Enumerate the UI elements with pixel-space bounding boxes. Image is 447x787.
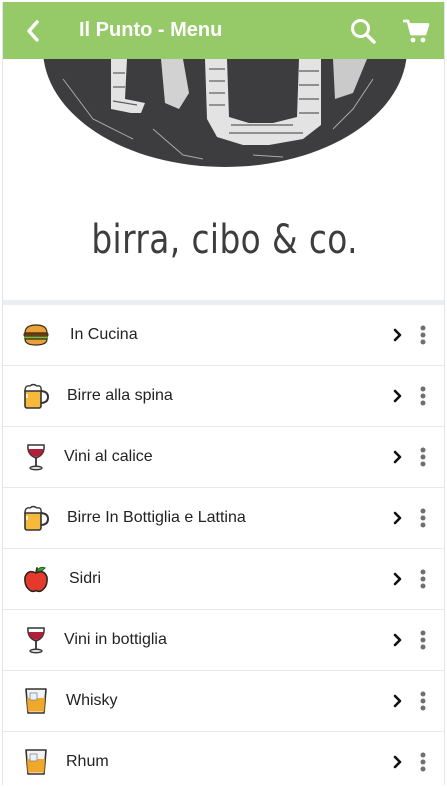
list-item[interactable]: Birre alla spina bbox=[3, 366, 444, 427]
wine-glass-icon bbox=[21, 625, 51, 655]
chevron-right-icon bbox=[393, 633, 402, 647]
chevron-right-icon bbox=[393, 328, 402, 342]
list-item-label: Birre In Bottiglia e Lattina bbox=[67, 509, 246, 526]
tumbler-glass-icon bbox=[21, 686, 51, 716]
wine-glass-icon bbox=[21, 442, 51, 472]
brand-tagline: birra, cibo & co. bbox=[91, 217, 358, 263]
cart-icon bbox=[403, 19, 430, 42]
menu-category-list: In Cucina Birre alla spina Vini al calic… bbox=[3, 305, 444, 785]
back-button[interactable] bbox=[3, 2, 63, 59]
more-options-icon[interactable] bbox=[419, 446, 427, 468]
more-options-icon[interactable] bbox=[419, 751, 427, 773]
more-options-icon[interactable] bbox=[419, 324, 427, 346]
chevron-right-icon bbox=[393, 694, 402, 708]
list-item-label: Birre alla spina bbox=[67, 387, 173, 404]
list-item[interactable]: In Cucina bbox=[3, 305, 444, 366]
chevron-left-icon bbox=[27, 19, 39, 42]
list-item-label: Vini in bottiglia bbox=[64, 631, 167, 648]
list-item[interactable]: Sidri bbox=[3, 549, 444, 610]
app-frame: Il Punto - Menu birra, cibo & co. In Cuc… bbox=[2, 2, 445, 785]
beer-mug-icon bbox=[21, 503, 51, 533]
list-item-label: Vini al calice bbox=[64, 448, 153, 465]
brand-hero: birra, cibo & co. bbox=[3, 59, 444, 302]
apple-icon bbox=[21, 564, 51, 594]
list-item-label: Rhum bbox=[66, 753, 109, 770]
more-options-icon[interactable] bbox=[419, 385, 427, 407]
burger-icon bbox=[21, 320, 51, 350]
search-icon bbox=[351, 18, 376, 44]
beer-mug-icon bbox=[21, 381, 51, 411]
list-item[interactable]: Vini in bottiglia bbox=[3, 610, 444, 671]
cart-button[interactable] bbox=[390, 2, 444, 59]
chevron-right-icon bbox=[393, 450, 402, 464]
list-item[interactable]: Rhum bbox=[3, 732, 444, 785]
more-options-icon[interactable] bbox=[419, 629, 427, 651]
more-options-icon[interactable] bbox=[419, 690, 427, 712]
chevron-right-icon bbox=[393, 389, 402, 403]
top-actions bbox=[336, 2, 444, 59]
page-title: Il Punto - Menu bbox=[79, 19, 223, 41]
chevron-right-icon bbox=[393, 511, 402, 525]
list-item[interactable]: Whisky bbox=[3, 671, 444, 732]
list-item-label: In Cucina bbox=[70, 326, 138, 343]
list-item[interactable]: Vini al calice bbox=[3, 427, 444, 488]
chevron-right-icon bbox=[393, 755, 402, 769]
more-options-icon[interactable] bbox=[419, 568, 427, 590]
tumbler-glass-icon bbox=[21, 747, 51, 777]
list-item-label: Whisky bbox=[66, 692, 118, 709]
chevron-right-icon bbox=[393, 572, 402, 586]
list-item-label: Sidri bbox=[69, 570, 102, 587]
search-button[interactable] bbox=[336, 2, 390, 59]
brand-logo bbox=[43, 59, 407, 167]
list-item[interactable]: Birre In Bottiglia e Lattina bbox=[3, 488, 444, 549]
more-options-icon[interactable] bbox=[419, 507, 427, 529]
top-app-bar: Il Punto - Menu bbox=[3, 2, 444, 59]
